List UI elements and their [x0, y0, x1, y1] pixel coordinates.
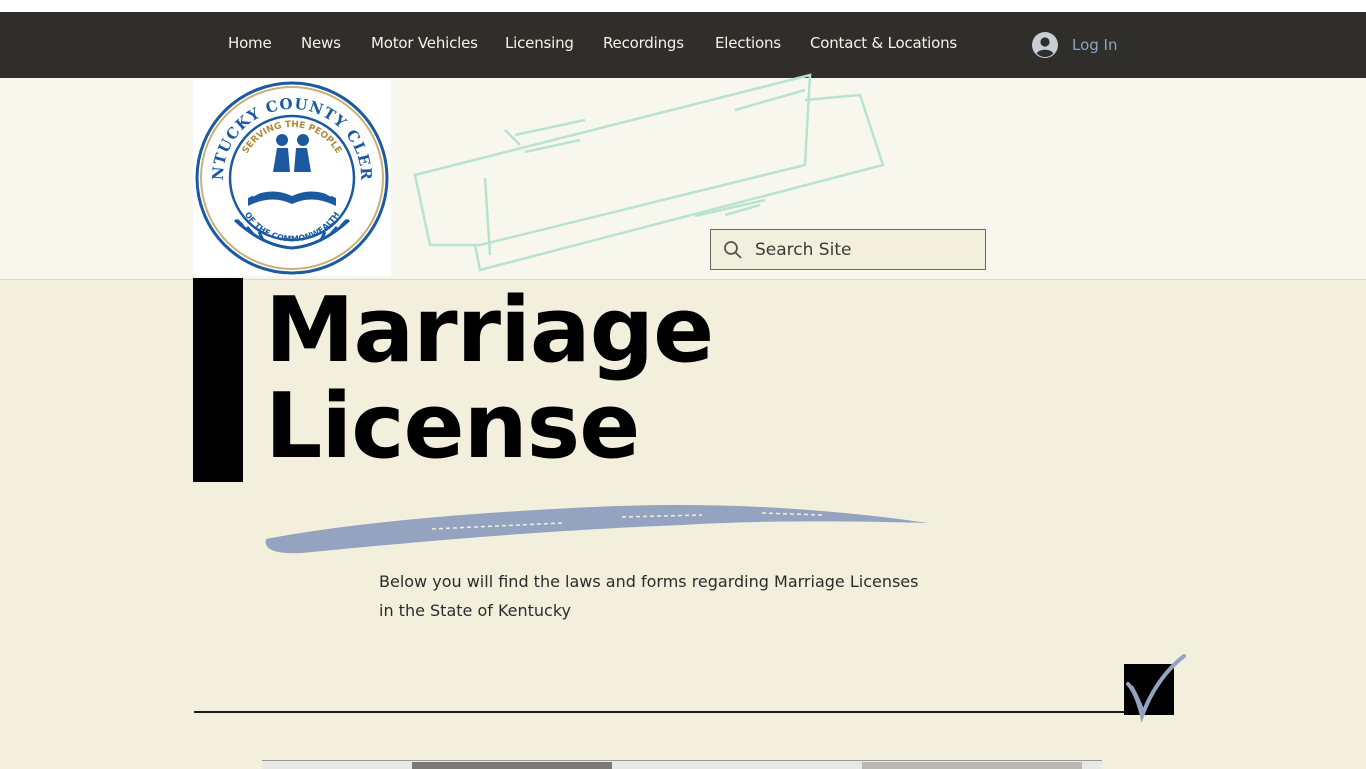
- user-avatar-icon: [1032, 32, 1058, 58]
- nav-item-recordings[interactable]: Recordings: [603, 34, 684, 52]
- search-input[interactable]: [753, 238, 977, 261]
- nav-item-news[interactable]: News: [301, 34, 341, 52]
- page-title-line-1: Marriage: [265, 278, 714, 383]
- checkmark-icon: [1126, 654, 1186, 722]
- nav-item-home[interactable]: Home: [228, 34, 272, 52]
- intro-line-2: in the State of Kentucky: [379, 601, 572, 620]
- page-title-line-2: License: [265, 374, 640, 479]
- brush-stroke-decoration: [265, 505, 928, 554]
- main-navbar: Home News Motor Vehicles Licensing Recor…: [0, 12, 1366, 78]
- nav-item-motor-vehicles[interactable]: Motor Vehicles: [371, 34, 478, 52]
- seal-icon: KENTUCKY COUNTY CLERKS SERVING THE PEOPL…: [186, 66, 389, 275]
- page-title: Marriage License: [265, 283, 714, 475]
- intro-line-1: Below you will find the laws and forms r…: [379, 572, 919, 591]
- top-strip: [0, 0, 1366, 12]
- search-icon: [724, 240, 742, 259]
- login-label: Log In: [1072, 36, 1118, 54]
- nav-item-elections[interactable]: Elections: [715, 34, 781, 52]
- nav-item-contact-locations[interactable]: Contact & Locations: [810, 34, 957, 52]
- section-divider: [194, 711, 1130, 713]
- intro-text: Below you will find the laws and forms r…: [379, 567, 939, 625]
- search-box[interactable]: [710, 229, 986, 270]
- login-button[interactable]: Log In: [1032, 31, 1118, 59]
- kentucky-county-clerks-logo[interactable]: KENTUCKY COUNTY CLERKS SERVING THE PEOPL…: [186, 66, 391, 276]
- nav-item-licensing[interactable]: Licensing: [505, 34, 574, 52]
- title-accent-bar: [193, 278, 243, 482]
